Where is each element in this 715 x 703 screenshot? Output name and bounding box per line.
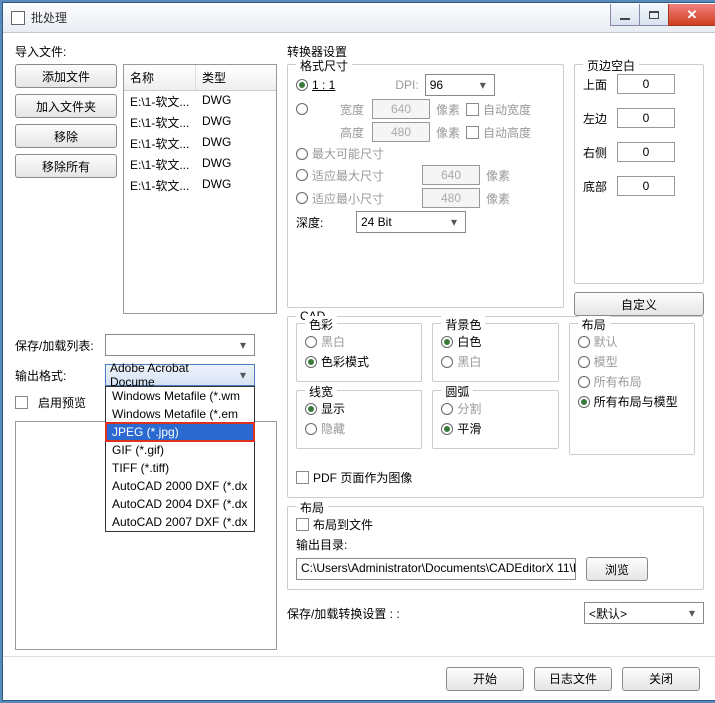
import-label: 导入文件:: [15, 43, 277, 60]
bg-white-radio[interactable]: [441, 336, 453, 348]
remove-button[interactable]: 移除: [15, 124, 117, 148]
margin-bottom-input[interactable]: 0: [617, 176, 675, 196]
layout-model-radio[interactable]: [578, 356, 590, 368]
file-list[interactable]: 名称 类型 E:\1-软文...DWGE:\1-软文...DWGE:\1-软文.…: [123, 64, 277, 314]
close-button[interactable]: ✕: [668, 4, 715, 26]
width-radio[interactable]: [296, 103, 308, 115]
custom-button[interactable]: 自定义: [574, 292, 704, 316]
dpi-select[interactable]: 96▾: [425, 74, 495, 96]
ratio-11-radio[interactable]: [296, 79, 308, 91]
layout-default-radio[interactable]: [578, 336, 590, 348]
save-list-select[interactable]: ▾: [105, 334, 255, 356]
dropdown-item[interactable]: JPEG (*.jpg): [106, 423, 254, 441]
arc-split-radio[interactable]: [441, 403, 453, 415]
enable-preview-checkbox[interactable]: [15, 396, 28, 409]
margin-left-input[interactable]: 0: [617, 108, 675, 128]
fit-min-radio[interactable]: [296, 192, 308, 204]
pdf-as-image-checkbox[interactable]: [296, 471, 309, 484]
bg-black-radio[interactable]: [441, 356, 453, 368]
fit-max-radio[interactable]: [296, 169, 308, 181]
app-icon: [11, 11, 25, 25]
close-dialog-button[interactable]: 关闭: [622, 667, 700, 691]
lw-hide-radio[interactable]: [305, 423, 317, 435]
margin-legend: 页边空白: [583, 57, 639, 74]
col-type[interactable]: 类型: [196, 65, 232, 90]
dialog-window: 批处理 ✕ 导入文件: 添加文件 加入文件夹 移除 移除所有 名称 类型: [2, 2, 715, 701]
margin-right-input[interactable]: 0: [617, 142, 675, 162]
footer: 开始 日志文件 关闭: [3, 656, 715, 700]
minimize-button[interactable]: [610, 4, 640, 26]
add-folder-button[interactable]: 加入文件夹: [15, 94, 117, 118]
start-button[interactable]: 开始: [446, 667, 524, 691]
settings-preset-select[interactable]: <默认>▾: [584, 602, 704, 624]
margin-top-input[interactable]: 0: [617, 74, 675, 94]
dropdown-item[interactable]: Windows Metafile (*.wm: [106, 387, 254, 405]
enable-preview-label: 启用预览: [38, 394, 86, 411]
dropdown-item[interactable]: GIF (*.gif): [106, 441, 254, 459]
depth-select[interactable]: 24 Bit▾: [356, 211, 466, 233]
window-title: 批处理: [31, 9, 611, 26]
max-size-radio[interactable]: [296, 148, 308, 160]
file-row[interactable]: E:\1-软文...DWG: [124, 112, 276, 133]
col-name[interactable]: 名称: [124, 65, 196, 90]
layout-legend: 布局: [296, 499, 328, 516]
chevron-down-icon: ▾: [236, 368, 250, 382]
dropdown-item[interactable]: TIFF (*.tiff): [106, 459, 254, 477]
file-row[interactable]: E:\1-软文...DWG: [124, 91, 276, 112]
dropdown-item[interactable]: AutoCAD 2007 DXF (*.dx: [106, 513, 254, 531]
file-row[interactable]: E:\1-软文...DWG: [124, 175, 276, 196]
output-dir-input[interactable]: C:\Users\Administrator\Documents\CADEdit…: [296, 558, 576, 580]
dropdown-item[interactable]: AutoCAD 2004 DXF (*.dx: [106, 495, 254, 513]
layout-to-file-checkbox[interactable]: [296, 518, 309, 531]
file-row[interactable]: E:\1-软文...DWG: [124, 133, 276, 154]
browse-button[interactable]: 浏览: [586, 557, 648, 581]
output-format-dropdown[interactable]: Windows Metafile (*.wmWindows Metafile (…: [105, 386, 255, 532]
auto-height-checkbox[interactable]: [466, 126, 479, 139]
titlebar[interactable]: 批处理 ✕: [3, 3, 715, 33]
color-mode-radio[interactable]: [305, 356, 317, 368]
save-list-label: 保存/加载列表:: [15, 337, 99, 354]
arc-smooth-radio[interactable]: [441, 423, 453, 435]
remove-all-button[interactable]: 移除所有: [15, 154, 117, 178]
dropdown-item[interactable]: AutoCAD 2000 DXF (*.dx: [106, 477, 254, 495]
layout-all-radio[interactable]: [578, 376, 590, 388]
output-format-label: 输出格式:: [15, 367, 99, 384]
dropdown-item[interactable]: Windows Metafile (*.em: [106, 405, 254, 423]
add-file-button[interactable]: 添加文件: [15, 64, 117, 88]
lw-show-radio[interactable]: [305, 403, 317, 415]
color-bw-radio[interactable]: [305, 336, 317, 348]
output-format-select[interactable]: Adobe Acrobat Docume▾: [105, 364, 255, 386]
layout-all-model-radio[interactable]: [578, 396, 590, 408]
auto-width-checkbox[interactable]: [466, 103, 479, 116]
format-size-legend: 格式尺寸: [296, 57, 352, 74]
file-row[interactable]: E:\1-软文...DWG: [124, 154, 276, 175]
maximize-button[interactable]: [639, 4, 669, 26]
chevron-down-icon: ▾: [236, 338, 250, 352]
log-button[interactable]: 日志文件: [534, 667, 612, 691]
